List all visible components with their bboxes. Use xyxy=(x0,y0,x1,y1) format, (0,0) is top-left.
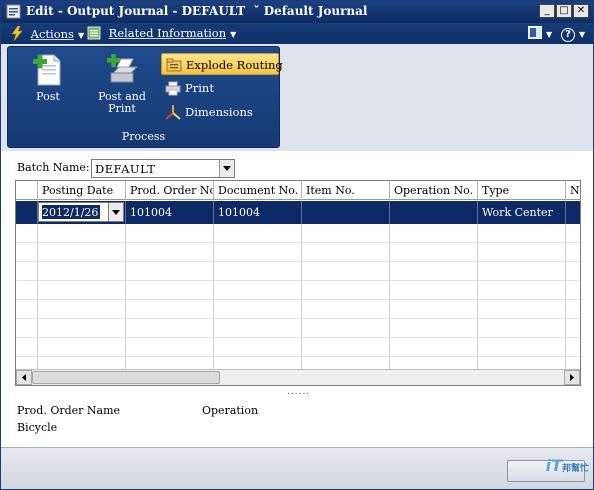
grid-header: Posting Date Prod. Order No. Document No… xyxy=(16,181,580,200)
chevron-down-icon: ▼ xyxy=(230,30,237,39)
column-divider xyxy=(565,224,566,370)
minimize-button[interactable]: _ xyxy=(539,4,555,18)
dimensions-button[interactable]: Dimensions xyxy=(161,101,279,123)
cell-no[interactable] xyxy=(566,201,580,224)
column-header-type[interactable]: Type xyxy=(478,181,566,200)
output-journal-window: Edit - Output Journal - DEFAULT ˇ Defaul… xyxy=(0,0,594,490)
scrollbar-thumb[interactable] xyxy=(32,371,220,384)
post-label: Post xyxy=(36,90,60,103)
related-information-label: Related Information xyxy=(108,26,227,40)
operation-label: Operation xyxy=(202,404,259,417)
table-row-empty[interactable] xyxy=(16,224,580,243)
watermark-sub: 邦幫忙 xyxy=(561,464,589,474)
posting-date-dropdown-button[interactable] xyxy=(108,202,124,222)
post-and-print-button[interactable]: Post and Print xyxy=(98,53,146,115)
row-selector-header xyxy=(16,181,38,200)
layout-icon xyxy=(528,26,542,39)
post-and-print-icon xyxy=(107,54,139,83)
post-and-print-label-line2: Print xyxy=(108,102,136,115)
column-header-no[interactable]: No xyxy=(566,181,580,200)
restore-button[interactable]: □ xyxy=(556,4,572,18)
close-button[interactable]: ✕ xyxy=(573,4,589,18)
column-divider xyxy=(389,224,390,370)
column-header-posting-date[interactable]: Posting Date xyxy=(38,181,126,200)
journal-content: Batch Name: DEFAULT Posting Date Prod. O… xyxy=(1,151,593,447)
cell-operation-no[interactable] xyxy=(390,201,478,224)
related-info-icon xyxy=(87,26,101,40)
print-label: Print xyxy=(185,81,214,95)
pane-splitter[interactable]: ...... xyxy=(287,387,310,397)
post-icon xyxy=(33,54,61,86)
table-row-empty[interactable] xyxy=(16,319,580,338)
scroll-left-button[interactable] xyxy=(16,370,32,385)
watermark-brand: iT xyxy=(545,456,562,475)
table-row-selected[interactable]: 2012/1/26 101004 101004 Work Center xyxy=(16,201,580,224)
posting-date-value: 2012/1/26 xyxy=(42,206,99,219)
dimensions-label: Dimensions xyxy=(185,105,253,119)
ithome-watermark-logo: iT邦幫忙 xyxy=(546,456,589,475)
column-header-item-no[interactable]: Item No. xyxy=(302,181,390,200)
chevron-down-icon xyxy=(112,210,120,215)
menu-bar: Actions ▼ Related Information ▼ ▼ ? ▼ xyxy=(1,23,593,44)
row-selector[interactable] xyxy=(16,201,38,224)
help-icon: ? xyxy=(561,28,575,42)
bottom-bar: iT邦幫忙 xyxy=(1,447,593,489)
app-icon xyxy=(6,4,21,19)
journal-lines-grid[interactable]: Posting Date Prod. Order No. Document No… xyxy=(15,180,581,386)
column-divider xyxy=(213,224,214,370)
dimensions-icon xyxy=(165,105,181,120)
column-divider xyxy=(477,224,478,370)
print-icon xyxy=(165,81,181,96)
prod-order-name-value: Bicycle xyxy=(17,421,58,434)
cell-item-no[interactable] xyxy=(302,201,390,224)
process-group: Post Post and Print Explode Routing Prin… xyxy=(7,46,283,148)
help-menu[interactable]: ? ▼ xyxy=(561,26,585,42)
lightning-icon xyxy=(11,25,23,42)
column-header-document-no[interactable]: Document No. xyxy=(214,181,302,200)
batch-name-value: DEFAULT xyxy=(95,162,156,176)
column-header-prod-order-no[interactable]: Prod. Order No. xyxy=(126,181,214,200)
table-row-empty[interactable] xyxy=(16,262,580,281)
explode-routing-button[interactable]: Explode Routing xyxy=(161,53,283,75)
chevron-down-icon: ▼ xyxy=(579,30,586,39)
explode-routing-icon xyxy=(166,58,182,72)
customize-menu[interactable]: ▼ xyxy=(528,26,552,42)
chevron-left-icon xyxy=(22,374,26,381)
column-divider xyxy=(125,224,126,370)
explode-routing-label: Explode Routing xyxy=(186,58,283,72)
chevron-down-icon: ▼ xyxy=(77,31,85,40)
title-bar: Edit - Output Journal - DEFAULT ˇ Defaul… xyxy=(1,1,593,23)
chevron-right-icon xyxy=(570,374,574,381)
chevron-down-icon: ▼ xyxy=(546,30,553,39)
cell-posting-date[interactable]: 2012/1/26 xyxy=(38,201,126,224)
table-row-empty[interactable] xyxy=(16,281,580,300)
column-header-operation-no[interactable]: Operation No. xyxy=(390,181,478,200)
related-information-menu[interactable]: Related Information ▼ xyxy=(87,26,236,42)
window-title: Edit - Output Journal - DEFAULT ˇ Defaul… xyxy=(26,4,368,18)
chevron-down-icon xyxy=(223,166,231,171)
table-row-empty[interactable] xyxy=(16,300,580,319)
column-divider xyxy=(37,224,38,370)
cell-document-no[interactable]: 101004 xyxy=(214,201,302,224)
scroll-right-button[interactable] xyxy=(564,370,580,385)
table-row-empty[interactable] xyxy=(16,243,580,262)
batch-name-label: Batch Name: xyxy=(17,161,90,174)
actions-label: Actions xyxy=(30,27,74,41)
prod-order-name-label: Prod. Order Name xyxy=(17,404,121,417)
actions-menu[interactable]: Actions ▼ xyxy=(11,25,85,42)
column-divider xyxy=(301,224,302,370)
table-row-empty[interactable] xyxy=(16,338,580,357)
horizontal-scrollbar[interactable] xyxy=(16,369,580,385)
batch-name-field[interactable]: DEFAULT xyxy=(91,159,235,178)
cell-type[interactable]: Work Center xyxy=(478,201,566,224)
process-group-label: Process xyxy=(121,130,166,143)
cell-prod-order-no[interactable]: 101004 xyxy=(126,201,214,224)
post-button[interactable]: Post xyxy=(26,53,70,103)
batch-name-dropdown-button[interactable] xyxy=(219,160,234,177)
print-button[interactable]: Print xyxy=(161,77,279,99)
ribbon: Post Post and Print Explode Routing Prin… xyxy=(1,44,593,151)
